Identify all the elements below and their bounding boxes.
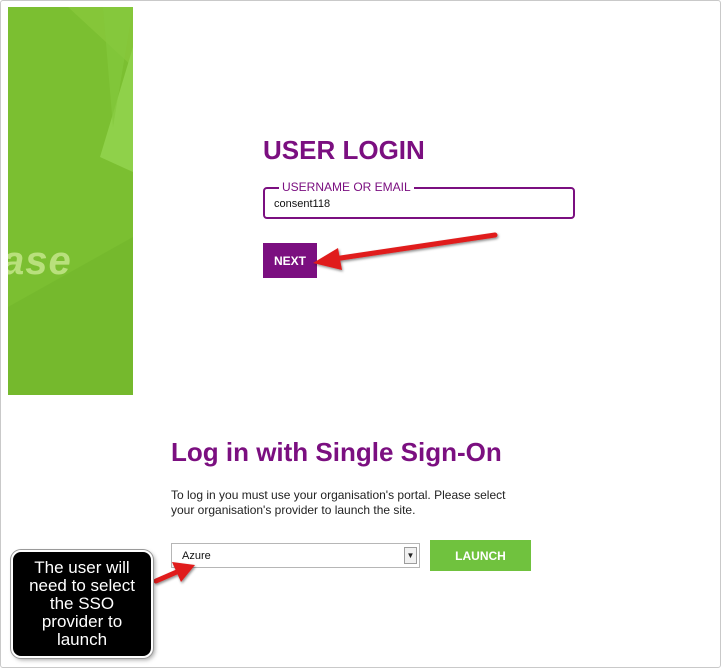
chevron-down-icon[interactable]: ▼ xyxy=(404,547,417,564)
sso-title: Log in with Single Sign-On xyxy=(171,437,502,467)
sso-description: To log in you must use your organisation… xyxy=(171,488,506,517)
sso-provider-value: Azure xyxy=(182,550,211,562)
annotation-callout: The user will need to select the SSO pro… xyxy=(11,550,153,658)
brand-banner: ase xyxy=(8,7,133,395)
page-frame: ase USER LOGIN USERNAME OR EMAIL consent… xyxy=(0,0,721,668)
arrow-to-next-icon xyxy=(313,232,498,270)
user-login-title: USER LOGIN xyxy=(263,135,425,165)
next-button[interactable]: NEXT xyxy=(263,243,317,278)
sso-provider-select[interactable]: Azure ▼ xyxy=(171,543,420,568)
brand-logo-text: ase xyxy=(8,239,72,283)
brand-banner-shapes xyxy=(8,7,133,395)
username-field-value[interactable]: consent118 xyxy=(274,198,330,210)
username-field[interactable]: USERNAME OR EMAIL consent118 xyxy=(263,180,575,219)
launch-button[interactable]: LAUNCH xyxy=(430,540,531,571)
username-field-label: USERNAME OR EMAIL xyxy=(279,180,414,194)
